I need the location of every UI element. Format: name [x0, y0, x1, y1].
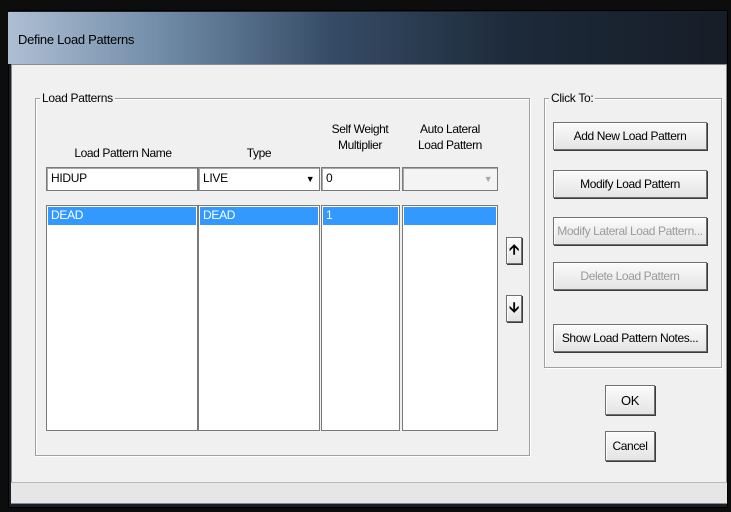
- dialog-title: Define Load Patterns: [18, 32, 135, 47]
- modify-load-pattern-button[interactable]: Modify Load Pattern: [553, 170, 707, 198]
- cancel-label: Cancel: [612, 439, 648, 453]
- ok-button[interactable]: OK: [605, 385, 655, 415]
- delete-load-pattern-button: Delete Load Pattern: [553, 262, 707, 290]
- list-item-self-weight[interactable]: 1: [323, 207, 398, 225]
- delete-load-pattern-label: Delete Load Pattern: [580, 269, 680, 283]
- column-header-self-weight-line1: Self Weight: [331, 122, 389, 136]
- load-patterns-group-label: Load Patterns: [40, 91, 115, 105]
- list-item-auto-lateral[interactable]: [404, 207, 496, 225]
- load-pattern-type-value: LIVE: [203, 171, 228, 185]
- column-header-auto-lateral: Auto Lateral Load Pattern: [402, 121, 498, 153]
- load-pattern-type-list[interactable]: DEAD: [198, 205, 320, 431]
- self-weight-multiplier-list[interactable]: 1: [321, 205, 400, 431]
- auto-lateral-dropdown-arrow-icon: ▼: [483, 174, 493, 184]
- add-new-load-pattern-button[interactable]: Add New Load Pattern: [553, 122, 707, 150]
- column-header-name-text: Load Pattern Name: [74, 146, 172, 160]
- move-up-button[interactable]: 🡩: [506, 237, 522, 264]
- cancel-button[interactable]: Cancel: [605, 431, 655, 461]
- column-header-name: Load Pattern Name: [49, 145, 197, 161]
- ok-label: OK: [621, 392, 639, 408]
- load-pattern-name-input[interactable]: HIDUP: [46, 167, 198, 191]
- self-weight-multiplier-input[interactable]: 0: [321, 167, 400, 191]
- title-bar[interactable]: Define Load Patterns: [8, 12, 727, 65]
- load-pattern-type-select[interactable]: LIVE ▼: [198, 167, 320, 191]
- dialog-bottom-strip: [11, 482, 727, 503]
- column-header-type-text: Type: [246, 146, 272, 160]
- list-item-name[interactable]: DEAD: [48, 207, 196, 225]
- load-pattern-name-value: HIDUP: [51, 171, 87, 185]
- modify-lateral-load-pattern-button: Modify Lateral Load Pattern...: [553, 217, 707, 245]
- click-to-group-label: Click To:: [549, 91, 596, 105]
- dialog-client-area: Load Patterns Load Pattern Name Type Sel…: [11, 64, 727, 504]
- show-load-pattern-notes-button[interactable]: Show Load Pattern Notes...: [553, 324, 707, 352]
- type-dropdown-arrow-icon[interactable]: ▼: [302, 169, 318, 189]
- show-load-pattern-notes-label: Show Load Pattern Notes...: [561, 331, 699, 345]
- arrow-down-icon: 🡫: [509, 298, 519, 315]
- move-down-button[interactable]: 🡫: [506, 295, 522, 322]
- self-weight-multiplier-value: 0: [326, 171, 333, 185]
- arrow-up-icon: 🡩: [509, 240, 519, 257]
- column-header-auto-lateral-line2: Load Pattern: [418, 138, 482, 152]
- column-header-auto-lateral-line1: Auto Lateral: [420, 122, 480, 136]
- column-header-type: Type: [200, 145, 318, 161]
- load-pattern-name-list[interactable]: DEAD: [46, 205, 198, 431]
- list-item-type[interactable]: DEAD: [200, 207, 318, 225]
- column-header-self-weight: Self Weight Multiplier: [321, 121, 399, 153]
- auto-lateral-list[interactable]: [402, 205, 498, 431]
- auto-lateral-select: ▼: [402, 167, 498, 191]
- column-header-self-weight-line2: Multiplier: [337, 138, 382, 152]
- add-new-load-pattern-label: Add New Load Pattern: [573, 129, 687, 143]
- modify-lateral-load-pattern-label: Modify Lateral Load Pattern...: [557, 224, 703, 238]
- modify-load-pattern-label: Modify Load Pattern: [580, 177, 680, 191]
